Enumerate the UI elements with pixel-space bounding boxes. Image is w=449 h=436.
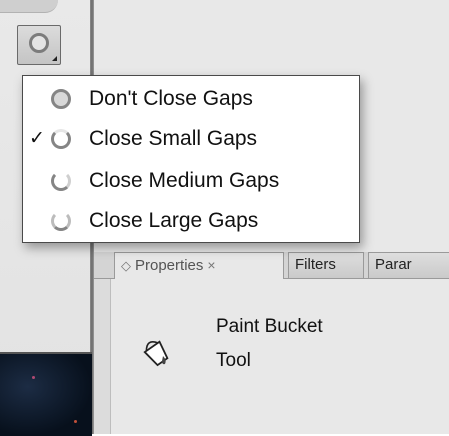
stage-preview: [0, 352, 92, 436]
tool-name: Tool: [216, 350, 251, 371]
tool-name: Paint Bucket: [216, 316, 323, 337]
tab-label: Parar: [375, 256, 412, 273]
menu-item-label: Close Medium Gaps: [89, 169, 280, 192]
large-gap-icon: [51, 211, 71, 231]
tab-parameters[interactable]: Parar: [368, 252, 449, 278]
menu-item-dont-close-gaps[interactable]: Don't Close Gaps: [23, 80, 359, 118]
gap-size-icon: [29, 33, 49, 53]
no-gap-icon: [51, 89, 71, 109]
panel-menu-icon[interactable]: ◇: [121, 258, 131, 273]
gap-size-button[interactable]: [17, 25, 61, 65]
panel-tab-strip: ◇ Properties × Filters Parar: [94, 252, 449, 279]
menu-item-label: Close Large Gaps: [89, 209, 259, 232]
menu-item-label: Don't Close Gaps: [89, 87, 253, 110]
paint-bucket-icon: [143, 340, 169, 367]
properties-panel: ◇ Properties × Filters Parar Paint Bucket …: [94, 228, 449, 434]
stage-dot: [74, 420, 77, 423]
tab-label: Properties: [135, 257, 204, 274]
menu-item-close-large-gaps[interactable]: Close Large Gaps: [23, 202, 359, 240]
gap-size-menu: Don't Close Gaps ✓ Close Small Gaps Clos…: [22, 75, 360, 243]
menu-item-label: Close Small Gaps: [89, 127, 258, 150]
stage-dot: [32, 376, 35, 379]
check-icon: ✓: [29, 128, 45, 149]
tab-filters[interactable]: Filters: [288, 252, 364, 278]
small-gap-icon: [51, 129, 71, 149]
close-icon[interactable]: ×: [207, 257, 215, 273]
panel-gutter: [94, 252, 111, 434]
tools-panel-header: [0, 0, 58, 13]
medium-gap-icon: [51, 171, 71, 191]
tab-label: Filters: [295, 256, 336, 273]
dropdown-triangle-icon: [52, 56, 57, 61]
menu-item-close-small-gaps[interactable]: ✓ Close Small Gaps: [23, 120, 359, 158]
tab-properties[interactable]: ◇ Properties ×: [114, 252, 284, 279]
menu-item-close-medium-gaps[interactable]: Close Medium Gaps: [23, 162, 359, 200]
